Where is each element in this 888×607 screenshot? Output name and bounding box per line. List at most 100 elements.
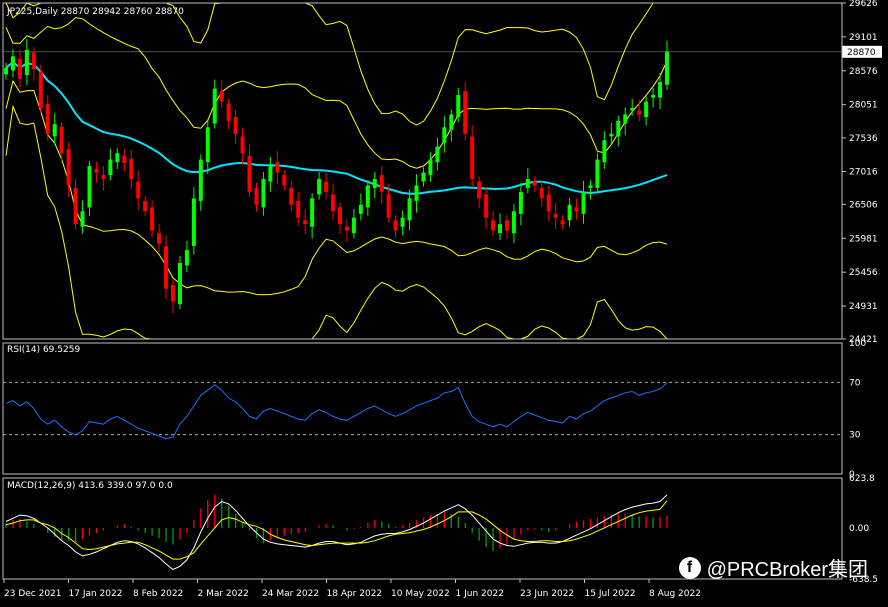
candle-body — [365, 185, 370, 208]
candle-body — [275, 162, 280, 173]
candle-body — [170, 284, 175, 302]
candle-body — [344, 226, 349, 231]
candle-body — [428, 159, 433, 176]
candle-body — [66, 149, 71, 186]
candle-body — [324, 181, 329, 192]
y-tick-label: 27016 — [849, 167, 878, 177]
candle-body — [658, 82, 663, 98]
y-tick-label: 24931 — [849, 302, 878, 312]
candle-body — [157, 233, 162, 244]
macd-tick-label: 0.00 — [849, 524, 869, 534]
candle-body — [198, 159, 203, 201]
candle-body — [303, 220, 308, 225]
x-tick-label: 23 Dec 2021 — [4, 589, 62, 599]
y-tick-label: 29101 — [849, 33, 878, 43]
rsi-panel[interactable]: 10070300 — [3, 339, 866, 480]
candle-body — [386, 194, 391, 218]
facebook-icon: f — [678, 556, 701, 579]
candle-body — [226, 104, 231, 121]
candle-body — [254, 188, 259, 205]
rsi-panel-frame — [2, 342, 843, 475]
candle-body — [296, 200, 301, 218]
candle-body — [407, 198, 412, 221]
candle-body — [421, 172, 426, 182]
candle-body — [463, 91, 468, 134]
candle-body — [4, 67, 8, 75]
candle-body — [73, 188, 78, 225]
candle-body — [24, 49, 29, 76]
chart-canvas[interactable]: 29626 29101 28576 28051 27536 27016 26506 25981… — [0, 0, 888, 607]
candle-body — [17, 58, 22, 79]
candle-body — [233, 117, 238, 134]
x-tick-label: 23 Jun 2022 — [520, 589, 574, 599]
x-tick-label: 8 Aug 2022 — [649, 589, 701, 599]
candle-body — [122, 155, 127, 163]
candle-body — [177, 262, 182, 305]
rsi-tick-label: 100 — [849, 339, 866, 349]
x-tick-label: 15 Jul 2022 — [585, 589, 636, 599]
candle-body — [609, 133, 614, 137]
candle-body — [164, 246, 169, 289]
candle-body — [581, 191, 586, 214]
candle-body — [261, 178, 266, 208]
candle-body — [449, 114, 454, 130]
candle-body — [588, 185, 593, 189]
last-price-label: 28870 — [847, 48, 876, 58]
candle-body — [372, 178, 377, 189]
candle-body — [539, 188, 544, 199]
candle-body — [191, 198, 196, 247]
candle-body — [268, 166, 273, 182]
candle-body — [247, 155, 252, 192]
candle-body — [511, 211, 516, 234]
candle-body — [317, 178, 322, 195]
candle-body — [491, 220, 496, 231]
y-tick-label: 29626 — [849, 0, 878, 9]
candle-body — [470, 136, 475, 179]
candle-body — [108, 159, 113, 176]
candle-body — [52, 124, 57, 137]
candle-body — [358, 204, 363, 214]
candle-body — [184, 249, 189, 266]
candle-body — [282, 175, 287, 186]
candle-body — [546, 194, 551, 212]
rsi-line — [5, 382, 668, 440]
candle-body — [442, 127, 447, 143]
watermark: f @PRCBroker集团 — [678, 553, 868, 582]
x-tick-label: 10 May 2022 — [391, 589, 450, 599]
x-tick-label: 1 Jun 2022 — [456, 589, 504, 599]
macd-signal-line — [5, 500, 668, 560]
y-tick-label: 28576 — [849, 67, 878, 77]
candle-body — [351, 217, 356, 234]
watermark-text: @PRCBroker集团 — [706, 559, 868, 581]
candle-body — [393, 220, 398, 231]
candle-body — [595, 159, 600, 189]
candle-body — [240, 136, 245, 154]
candle-body — [31, 52, 36, 70]
candle-body — [115, 153, 120, 163]
y-tick-label: 28051 — [849, 101, 878, 111]
candle-body — [414, 185, 419, 201]
x-tick-label: 24 Mar 2022 — [262, 589, 319, 599]
candle-body — [477, 181, 482, 199]
candle-body — [331, 194, 336, 212]
candle-body — [623, 114, 628, 124]
y-tick-label: 26506 — [849, 200, 878, 210]
candle-body — [560, 220, 565, 225]
candle-body — [630, 107, 635, 111]
candle-body — [87, 166, 92, 208]
candle-body — [553, 213, 558, 218]
time-axis: 23 Dec 2021 17 Jan 2022 8 Feb 2022 2 Mar 20… — [3, 579, 701, 599]
rsi-tick-label: 70 — [849, 378, 861, 388]
moving-average-line — [5, 60, 668, 195]
candle-body — [435, 146, 440, 163]
candle-body — [456, 95, 461, 118]
candle-body — [59, 126, 64, 154]
price-panel[interactable]: 29626 29101 28576 28051 27536 27016 26506 25981… — [3, 0, 882, 345]
candle-body — [310, 198, 315, 227]
candle-body — [504, 220, 509, 231]
candle-body — [567, 204, 572, 221]
candle-body — [637, 110, 642, 115]
y-tick-label: 27536 — [849, 134, 878, 144]
candle-body — [136, 181, 141, 199]
macd-title: MACD(12,26,9) 413.6 339.0 97.0 0.0 — [7, 481, 173, 491]
